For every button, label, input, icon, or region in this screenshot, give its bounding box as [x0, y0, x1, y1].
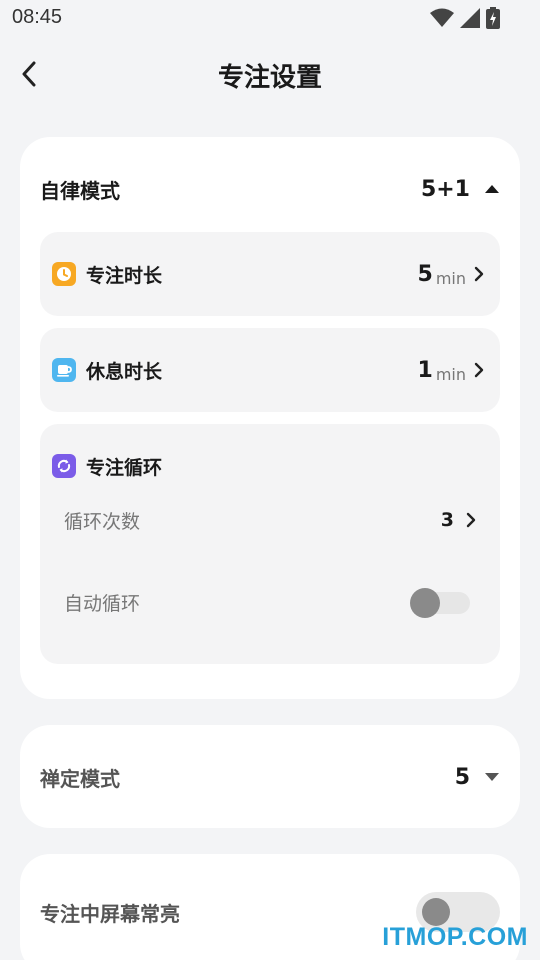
auto-cycle-label: 自动循环 — [64, 592, 141, 615]
status-icons — [430, 7, 500, 29]
focus-duration-value: 5 — [417, 261, 433, 287]
screen-on-label: 专注中屏幕常亮 — [40, 901, 180, 926]
battery-icon — [486, 7, 500, 29]
cycle-count-value: 3 — [440, 509, 454, 531]
discipline-mode-label: 自律模式 — [40, 178, 120, 203]
cellular-signal-icon — [460, 8, 480, 28]
cycle-count-label: 循环次数 — [64, 510, 141, 533]
focus-duration-unit: min — [435, 268, 466, 288]
chevron-right-icon — [466, 512, 476, 528]
zen-mode-value: 5 — [454, 764, 470, 790]
caret-up-icon — [485, 185, 499, 193]
focus-cycle-panel: 专注循环 循环次数 3 自动循环 — [40, 424, 500, 664]
toggle-knob — [422, 898, 450, 926]
toggle-knob — [410, 588, 440, 618]
cup-icon — [52, 358, 76, 382]
rest-duration-unit: min — [435, 364, 466, 384]
watermark: ITMOP.COM — [382, 923, 528, 951]
status-time: 08:45 — [12, 6, 63, 28]
auto-cycle-row: 自动循环 — [64, 582, 470, 622]
caret-down-icon — [485, 773, 499, 781]
zen-mode-card[interactable]: 禅定模式 5 — [20, 725, 520, 828]
wifi-icon — [430, 8, 454, 27]
cycle-icon — [52, 454, 76, 478]
discipline-mode-value: 5+1 — [420, 176, 470, 202]
status-bar: 08:45 — [0, 0, 540, 36]
focus-duration-label: 专注时长 — [86, 264, 163, 287]
focus-cycle-label: 专注循环 — [86, 456, 163, 479]
rest-duration-value: 1 — [417, 357, 433, 383]
header: 专注设置 — [0, 50, 540, 100]
rest-duration-row[interactable]: 休息时长 1 min — [40, 328, 500, 412]
cycle-count-row[interactable]: 循环次数 3 — [64, 500, 476, 540]
discipline-mode-header[interactable]: 自律模式 5+1 — [40, 169, 500, 209]
clock-icon — [52, 262, 76, 286]
chevron-right-icon — [474, 362, 484, 378]
auto-cycle-toggle[interactable] — [410, 588, 470, 618]
zen-mode-label: 禅定模式 — [40, 766, 120, 791]
discipline-mode-card: 自律模式 5+1 专注时长 5 min 休息时长 1 min 专注循环 循环次数… — [20, 137, 520, 699]
page-title: 专注设置 — [217, 63, 322, 93]
rest-duration-label: 休息时长 — [86, 360, 163, 383]
chevron-right-icon — [474, 266, 484, 282]
focus-duration-row[interactable]: 专注时长 5 min — [40, 232, 500, 316]
